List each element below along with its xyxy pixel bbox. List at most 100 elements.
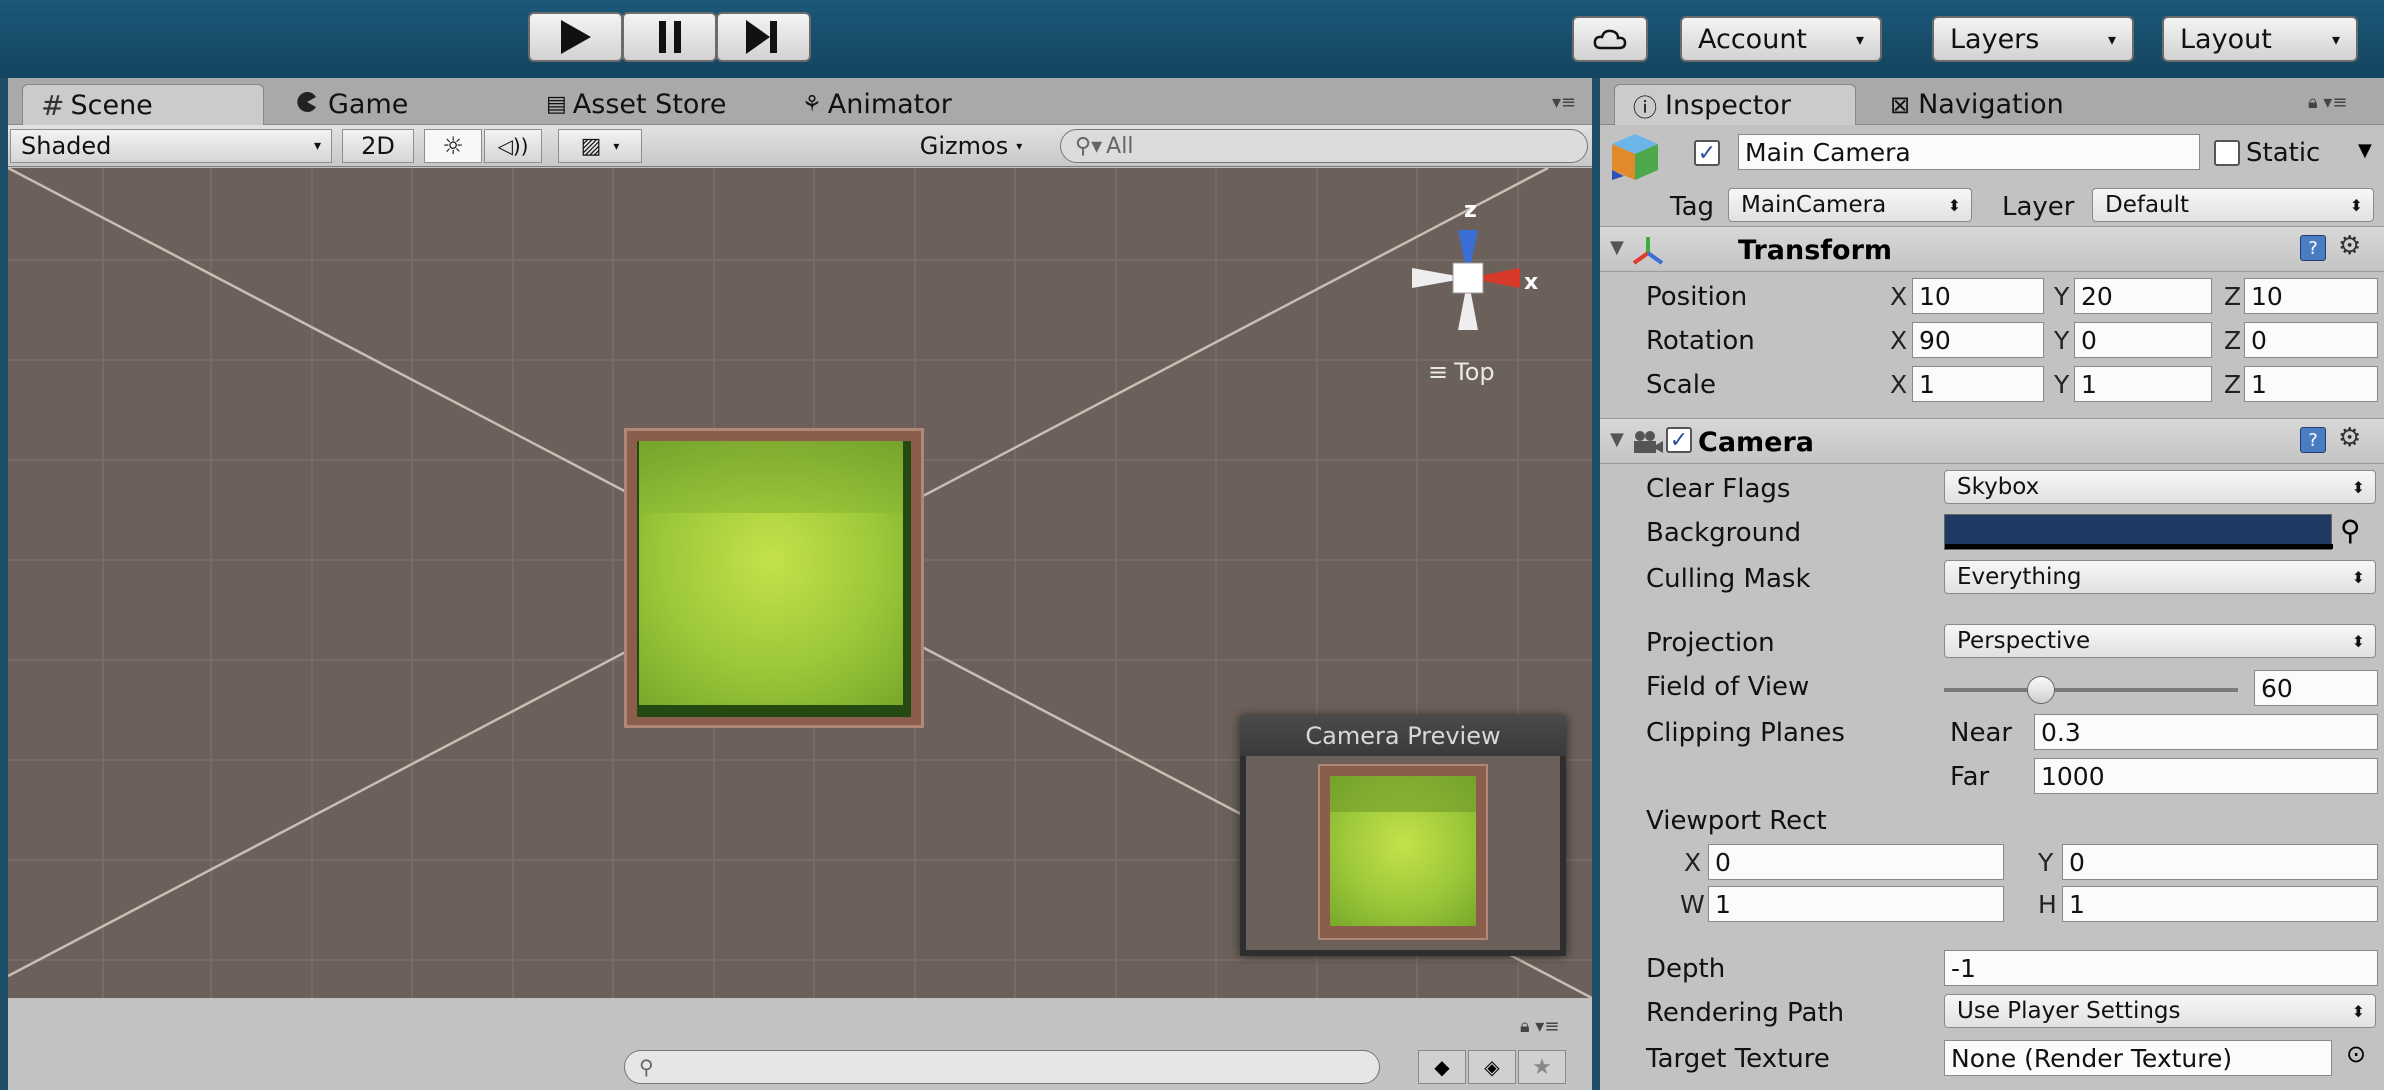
- position-label: Position: [1646, 282, 1748, 312]
- object-picker-icon[interactable]: ⊙: [2346, 1040, 2366, 1068]
- transform-header[interactable]: ▼ Transform ? ⚙: [1600, 226, 2384, 272]
- scale-y-field[interactable]: 1: [2074, 366, 2212, 402]
- fov-field[interactable]: 60: [2254, 670, 2378, 706]
- animator-icon: ⚘: [802, 92, 822, 117]
- panel-menu-icon[interactable]: ▾≡: [1552, 92, 1576, 113]
- viewport-x-field[interactable]: 0: [1708, 844, 2004, 880]
- rendering-path-label: Rendering Path: [1646, 998, 1845, 1028]
- transform-icon: [1632, 237, 1664, 265]
- tab-inspector[interactable]: ⓘ Inspector: [1614, 84, 1856, 125]
- tab-scene[interactable]: # Scene: [22, 84, 264, 125]
- effects-dropdown[interactable]: ▨ ▾: [558, 129, 642, 163]
- star-icon: ★: [1532, 1054, 1552, 1080]
- tab-asset-store[interactable]: ▤ Asset Store: [528, 84, 745, 125]
- cloud-button[interactable]: [1572, 16, 1648, 62]
- tag-dropdown[interactable]: MainCamera ⬍: [1728, 188, 1972, 222]
- layer-dropdown[interactable]: Default ⬍: [2092, 188, 2374, 222]
- chevron-down-icon: ▾: [2331, 29, 2340, 49]
- viewport-w-field[interactable]: 1: [1708, 886, 2004, 922]
- foldout-arrow-icon: ▼: [1610, 237, 1624, 258]
- cloud-icon: [1593, 29, 1627, 50]
- tab-animator[interactable]: ⚘ Animator: [784, 84, 970, 125]
- lock-icon[interactable]: 🔒︎ ▾≡: [2308, 92, 2347, 113]
- grass-plane[interactable]: [624, 428, 924, 728]
- camera-header[interactable]: ▼ ✓ Camera ? ⚙: [1600, 418, 2384, 464]
- near-label: Near: [1950, 718, 2013, 748]
- account-dropdown[interactable]: Account ▾: [1680, 16, 1882, 62]
- rotation-z-field[interactable]: 0: [2244, 322, 2378, 358]
- scale-label: Scale: [1646, 370, 1716, 400]
- tab-game[interactable]: Game: [278, 84, 426, 125]
- viewport-h-field[interactable]: 1: [2062, 886, 2378, 922]
- camera-enabled-checkbox[interactable]: ✓: [1666, 427, 1692, 453]
- clear-flags-dropdown[interactable]: Skybox ⬍: [1944, 470, 2376, 504]
- active-checkbox[interactable]: ✓: [1694, 140, 1720, 166]
- play-button[interactable]: [528, 12, 623, 62]
- filter-label-button[interactable]: ◈: [1468, 1050, 1516, 1084]
- position-z-field[interactable]: 10: [2244, 278, 2378, 314]
- position-x-field[interactable]: 10: [1912, 278, 2044, 314]
- rotation-x-field[interactable]: 90: [1912, 322, 2044, 358]
- project-search-input[interactable]: ⚲: [624, 1050, 1380, 1084]
- rendering-path-dropdown[interactable]: Use Player Settings ⬍: [1944, 994, 2376, 1028]
- 2d-toggle[interactable]: 2D: [342, 129, 414, 163]
- rotation-y-field[interactable]: 0: [2074, 322, 2212, 358]
- background-color-field[interactable]: [1944, 514, 2333, 550]
- pause-button[interactable]: [622, 12, 717, 62]
- transform-title: Transform: [1738, 235, 1893, 266]
- help-icon[interactable]: ?: [2300, 235, 2326, 261]
- help-icon[interactable]: ?: [2300, 427, 2326, 453]
- culling-mask-dropdown[interactable]: Everything ⬍: [1944, 560, 2376, 594]
- orientation-gizmo[interactable]: z x ≡ Top: [1398, 198, 1538, 398]
- scene-search-input[interactable]: ⚲▾ All: [1060, 129, 1588, 163]
- scene-viewport[interactable]: z x ≡ Top Camera Preview: [8, 168, 1592, 998]
- fov-slider-track[interactable]: [1944, 688, 2238, 692]
- chevron-down-icon: ▾: [313, 138, 321, 154]
- lighting-toggle[interactable]: ☼: [424, 129, 482, 163]
- target-texture-field[interactable]: None (Render Texture): [1944, 1040, 2332, 1076]
- scale-z-field[interactable]: 1: [2244, 366, 2378, 402]
- bottom-panel: 🔒︎ ▾≡ ⚲ ◆ ◈ ★: [8, 998, 1592, 1090]
- layer-label: Layer: [2002, 192, 2075, 222]
- grid-icon: #: [41, 88, 65, 122]
- fov-slider-thumb[interactable]: [2027, 676, 2056, 704]
- scene-tab-strip: # Scene Game ▤ Asset Store ⚘ Animator ▾≡: [8, 78, 1592, 125]
- clipping-planes-label: Clipping Planes: [1646, 718, 1845, 748]
- cube-icon: [1608, 130, 1662, 184]
- inspector-tab-strip: ⓘ Inspector ⊠ Navigation 🔒︎ ▾≡: [1600, 78, 2384, 125]
- gear-icon[interactable]: ⚙: [2338, 231, 2361, 261]
- object-name-field[interactable]: Main Camera: [1738, 134, 2200, 170]
- tag-icon: ◈: [1484, 1055, 1500, 1079]
- favorites-button[interactable]: ★: [1518, 1050, 1566, 1084]
- main-toolbar: Account ▾ Layers ▾ Layout ▾: [0, 0, 2384, 78]
- gear-icon[interactable]: ⚙: [2338, 423, 2361, 453]
- position-y-field[interactable]: 20: [2074, 278, 2212, 314]
- layout-dropdown[interactable]: Layout ▾: [2162, 16, 2358, 62]
- layers-dropdown[interactable]: Layers ▾: [1932, 16, 2134, 62]
- view-label: ≡ Top: [1428, 358, 1495, 386]
- image-icon: ▨: [580, 133, 602, 159]
- tab-navigation[interactable]: ⊠ Navigation: [1872, 84, 2082, 125]
- depth-field[interactable]: -1: [1944, 950, 2378, 986]
- chevron-down-icon[interactable]: ▼: [2358, 140, 2372, 161]
- lock-icon[interactable]: 🔒︎ ▾≡: [1520, 1016, 1559, 1037]
- gizmos-dropdown[interactable]: Gizmos ▾: [900, 129, 1042, 163]
- scale-x-field[interactable]: 1: [1912, 366, 2044, 402]
- clear-flags-label: Clear Flags: [1646, 474, 1791, 504]
- camera-preview: Camera Preview: [1240, 716, 1566, 956]
- pacman-icon: [296, 89, 318, 120]
- filter-type-button[interactable]: ◆: [1418, 1050, 1466, 1084]
- static-label: Static: [2246, 138, 2321, 168]
- camera-title: Camera: [1698, 427, 1815, 458]
- step-button[interactable]: [716, 12, 811, 62]
- projection-dropdown[interactable]: Perspective ⬍: [1944, 624, 2376, 658]
- far-field[interactable]: 1000: [2034, 758, 2378, 794]
- near-field[interactable]: 0.3: [2034, 714, 2378, 750]
- inspector-panel: ⓘ Inspector ⊠ Navigation 🔒︎ ▾≡ ✓ Main Came…: [1600, 78, 2384, 1090]
- shading-mode-dropdown[interactable]: Shaded ▾: [10, 129, 332, 163]
- audio-toggle[interactable]: ◁)): [484, 129, 542, 163]
- viewport-y-field[interactable]: 0: [2062, 844, 2378, 880]
- eyedropper-icon[interactable]: ⚲: [2340, 514, 2361, 547]
- viewport-rect-label: Viewport Rect: [1646, 806, 1827, 836]
- static-checkbox[interactable]: ✓: [2214, 140, 2240, 166]
